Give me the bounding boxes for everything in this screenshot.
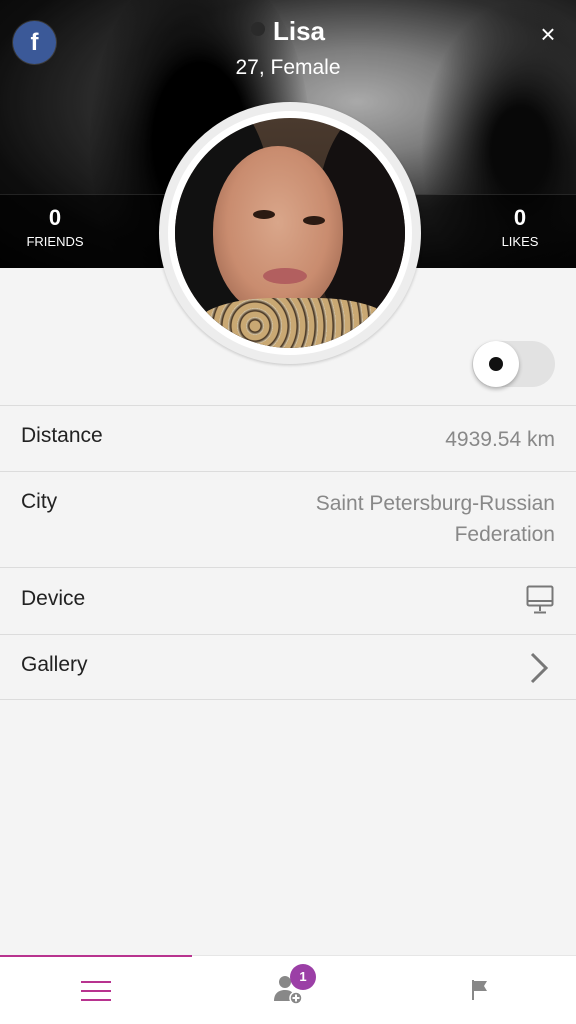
profile-name: Lisa [272,16,326,46]
toggle-knob [473,341,519,387]
city-value: Saint Petersburg-Russian Federation [315,492,555,546]
friends-label: FRIENDS [26,234,84,249]
flag-icon [472,980,487,1000]
tab-friend-requests[interactable] [192,957,384,1024]
distance-value: 4939.54 km [445,428,555,451]
avatar-lips [263,268,307,284]
device-row: Device [0,567,576,634]
hamburger-menu-icon [81,981,111,1001]
avatar-eye [253,210,275,219]
tab-report[interactable] [384,957,576,1024]
age-gender: 27, Female [235,56,341,79]
gallery-row[interactable]: Gallery [0,634,576,700]
likes-count: 0 [513,205,527,230]
avatar-eye [303,216,325,225]
chevron-right-icon[interactable] [528,651,550,685]
friends-stat[interactable]: 0 FRIENDS [0,205,110,251]
avatar-border [168,111,412,355]
profile-toggle-switch[interactable] [472,341,555,387]
avatar-scarf [195,298,395,348]
tab-menu[interactable] [0,957,192,1024]
device-label: Device [21,587,86,610]
likes-label: LIKES [501,234,539,249]
notification-badge: 1 [290,964,316,990]
gallery-label: Gallery [21,653,88,676]
likes-stat[interactable]: 0 LIKES [465,205,575,251]
avatar-frame [159,102,421,364]
friends-count: 0 [48,205,62,230]
city-label: City [21,490,58,513]
avatar-face [213,146,343,316]
desktop-monitor-icon [526,585,554,614]
city-row: City Saint Petersburg-Russian Federation [0,471,576,567]
distance-label: Distance [21,424,103,447]
online-status-indicator [250,21,265,36]
avatar[interactable] [175,118,405,348]
name-row: Lisa [0,16,576,47]
distance-row: Distance 4939.54 km [0,405,576,471]
